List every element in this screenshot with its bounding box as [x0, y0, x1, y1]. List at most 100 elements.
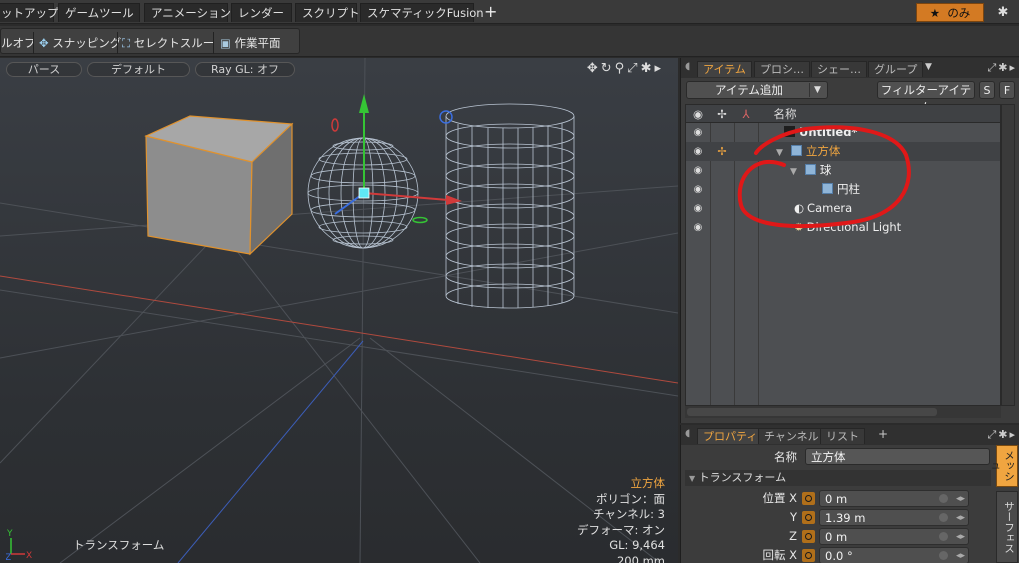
scrollbar-thumb[interactable]	[687, 408, 937, 416]
axis-x-label: X	[26, 551, 32, 560]
work-plane-button[interactable]: ▣ 作業平面	[220, 34, 281, 52]
expand-arrow-icon[interactable]: ▸	[1009, 61, 1017, 74]
tab-label: ゲームツール	[65, 6, 134, 20]
tab-label: アニメーション	[151, 6, 232, 20]
keyframe-icon[interactable]	[802, 492, 815, 505]
filter-items-button[interactable]: フィルターアイテム	[877, 81, 975, 114]
layout-tab-bar: ットアップ ゲームツール アニメーション レンダー スクリプト スケマティックF…	[0, 0, 1019, 24]
viewport-status-label: トランスフォーム	[73, 538, 165, 552]
f-button[interactable]: F	[999, 81, 1015, 99]
field-value: 0 m	[825, 492, 848, 506]
tab-shader-tree[interactable]: シェー…	[811, 61, 867, 77]
expand-arrow-icon[interactable]: ▸	[1009, 428, 1017, 441]
item-panel-tabs: ◖ アイテム プロシ… シェー… グループ ▼ ⤢✱▸	[681, 58, 1019, 78]
layout-tab-render[interactable]: レンダー	[231, 3, 292, 22]
axis-orientation-icon: Y X Z	[6, 529, 32, 560]
tab-groups[interactable]: グループ	[868, 61, 924, 77]
gear-icon[interactable]: ✱	[641, 61, 655, 76]
section-label: トランスフォーム	[698, 471, 787, 484]
transform-section-header[interactable]: ▼ トランスフォーム	[685, 470, 991, 486]
side-tab-surface[interactable]: サーフェス	[996, 491, 1018, 563]
cube-mesh[interactable]	[144, 115, 294, 256]
expand-arrow-icon[interactable]: ▸	[654, 61, 664, 76]
tab-list[interactable]: リスト	[820, 428, 865, 444]
maximize-icon[interactable]: ⤢	[627, 61, 640, 76]
snapping-button[interactable]: ✥ スナッピング	[39, 34, 121, 52]
position-x-field[interactable]: 0 m ◂▸	[819, 490, 969, 507]
tab-label: スケマティックFusion	[367, 6, 484, 20]
3d-viewport[interactable]: パース デフォルト Ray GL: オフ ✥↻⚲⤢✱▸ 立方体 ポリゴン：面 チ…	[0, 58, 678, 563]
tab-properties[interactable]: プロパティ	[697, 428, 764, 444]
add-tab-button[interactable]: +	[878, 427, 888, 441]
stepper-icon[interactable]: ◂▸	[956, 510, 965, 526]
raygl-toggle[interactable]: Ray GL: オフ	[195, 62, 295, 77]
tab-shading-groups[interactable]: プロシ…	[754, 61, 810, 77]
keyframe-icon[interactable]	[802, 511, 815, 524]
chevron-down-icon[interactable]: ▼	[809, 83, 825, 97]
tree-horizontal-scrollbar[interactable]	[685, 406, 1001, 418]
rotate-icon[interactable]: ↻	[601, 61, 615, 76]
star-icon: ★	[929, 6, 940, 20]
item-toolbar: アイテム追加 ▼ フィルターアイテム S F	[681, 80, 1019, 114]
tab-label: レンダー	[238, 6, 284, 20]
item-tree[interactable]: ◉ ✢ ⅄ 名称 ◉ Untitled* ◉ ✢ ▼ 立方体 ◉ ▼ 球 ◉ 円…	[685, 104, 1001, 406]
position-z-field[interactable]: 0 m ◂▸	[819, 528, 969, 545]
tab-label: スクリプト	[302, 6, 360, 20]
info-polygon: ポリゴン：面	[596, 491, 665, 506]
info-selected-item: 立方体	[630, 476, 666, 490]
panel-menu-icon[interactable]: ◖	[685, 61, 690, 72]
toolbar-button-off[interactable]: ルオフ	[1, 34, 36, 52]
chevron-down-icon: ▼	[689, 474, 696, 483]
view-mode-selector[interactable]: パース	[6, 62, 82, 77]
animate-icon[interactable]	[939, 513, 948, 522]
name-field[interactable]: 立方体	[805, 448, 990, 465]
tab-channels[interactable]: チャンネル	[758, 428, 825, 444]
rotation-x-field[interactable]: 0.0 ° ◂▸	[819, 547, 969, 563]
layout-tab-script[interactable]: スクリプト	[295, 3, 360, 22]
s-button[interactable]: S	[979, 81, 995, 99]
animate-icon[interactable]	[939, 494, 948, 503]
stepper-icon[interactable]: ◂▸	[956, 491, 965, 507]
rotation-x-label: 回転 X	[741, 546, 797, 563]
shading-mode-selector[interactable]: デフォルト	[87, 62, 190, 77]
cylinder-wireframe[interactable]	[445, 103, 575, 309]
work-plane-icon: ▣	[220, 36, 231, 50]
tab-items[interactable]: アイテム	[697, 61, 752, 77]
layout-tab-setup[interactable]: ットアップ	[0, 3, 59, 22]
stepper-icon[interactable]: ◂▸	[956, 548, 965, 563]
pan-icon[interactable]: ✥	[587, 61, 601, 76]
add-item-button[interactable]: アイテム追加 ▼	[686, 81, 828, 99]
axis-label: X	[789, 548, 797, 562]
gear-icon[interactable]: ✱	[990, 3, 1016, 22]
position-x-label: 位置 X	[741, 489, 797, 508]
layout-preset-selector[interactable]: ★ のみ	[916, 3, 984, 22]
zoom-icon[interactable]: ⚲	[615, 61, 628, 76]
annotation-circle	[737, 125, 911, 229]
add-layout-tab-button[interactable]: +	[484, 2, 497, 22]
tree-vertical-scrollbar[interactable]	[1001, 104, 1015, 406]
field-value: 1.39 m	[825, 511, 866, 525]
maximize-icon[interactable]: ⤢	[987, 61, 998, 74]
layout-tab-game-tools[interactable]: ゲームツール	[58, 3, 140, 22]
layout-tab-schematic-fusion[interactable]: スケマティックFusion	[360, 3, 484, 22]
stepper-icon[interactable]: ◂▸	[956, 529, 965, 545]
snapping-label: スナッピング	[52, 36, 122, 50]
panel-corner-icons: ⤢✱▸	[987, 428, 1017, 442]
keyframe-icon[interactable]	[802, 549, 815, 562]
maximize-icon[interactable]: ⤢	[987, 428, 998, 441]
work-plane-label: 作業平面	[234, 36, 281, 50]
snapping-icon: ✥	[39, 36, 49, 50]
animate-icon[interactable]	[939, 551, 948, 560]
position-y-field[interactable]: 1.39 m ◂▸	[819, 509, 969, 526]
toolbar-separator	[33, 32, 34, 54]
select-through-button[interactable]: ⛶ セレクトスルー	[122, 34, 214, 52]
animate-icon[interactable]	[939, 532, 948, 541]
layout-tab-animation[interactable]: アニメーション	[144, 3, 232, 22]
panel-menu-icon[interactable]: ◖	[685, 428, 690, 439]
keyframe-icon[interactable]	[802, 530, 815, 543]
gear-icon[interactable]: ✱	[998, 428, 1009, 441]
tabs-dropdown-icon[interactable]: ▼	[925, 62, 932, 72]
add-item-label: アイテム追加	[715, 83, 783, 97]
side-tab-mesh[interactable]: メッシュ	[988, 445, 1018, 487]
gear-icon[interactable]: ✱	[998, 61, 1009, 74]
